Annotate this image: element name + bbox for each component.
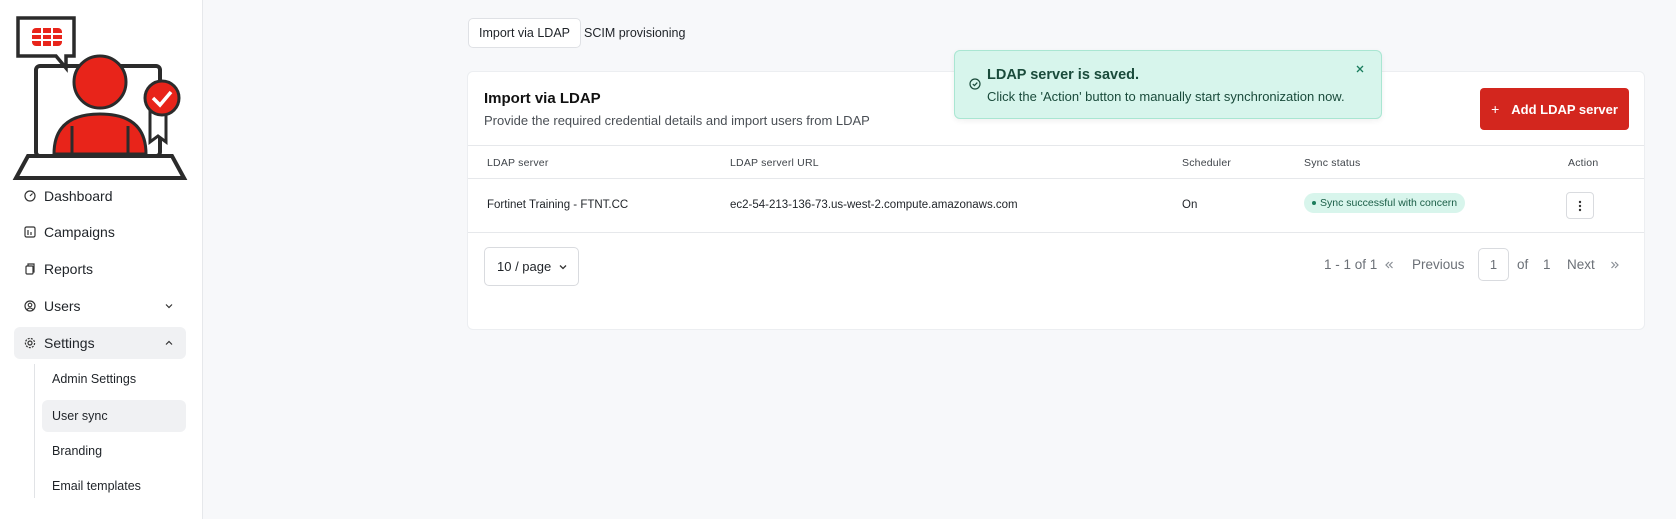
- row-action-menu-button[interactable]: [1566, 192, 1594, 219]
- chevron-down-icon: [165, 304, 173, 309]
- gear-icon: [24, 337, 36, 349]
- add-ldap-server-button[interactable]: + Add LDAP server: [1480, 88, 1629, 130]
- ldap-server-name: Fortinet Training - FTNT.CC: [487, 199, 629, 211]
- sidebar-item-reports[interactable]: Reports: [14, 253, 186, 285]
- chevron-down-icon: [559, 265, 567, 270]
- toast-message: Click the 'Action' button to manually st…: [987, 89, 1345, 104]
- first-page-icon[interactable]: [1383, 248, 1395, 281]
- column-header: LDAP serverl URL: [730, 157, 819, 169]
- chevron-up-icon: [165, 340, 173, 345]
- column-header: Action: [1568, 157, 1599, 169]
- more-vertical-icon: [1578, 200, 1582, 211]
- sidebar-item-campaigns[interactable]: Campaigns: [14, 216, 186, 248]
- logo: [12, 16, 188, 180]
- tab-scim-provisioning[interactable]: SCIM provisioning: [574, 18, 695, 48]
- dashboard-icon: [24, 190, 36, 202]
- sidebar-subitem-branding[interactable]: Branding: [42, 435, 186, 467]
- sidebar-item-label: Dashboard: [44, 188, 113, 204]
- table-row[interactable]: Fortinet Training - FTNT.CC ec2-54-213-1…: [468, 179, 1644, 233]
- page-size-select[interactable]: 10 / page: [484, 247, 579, 286]
- total-pages: 1: [1543, 257, 1551, 272]
- sidebar-item-label: Users: [44, 298, 81, 314]
- check-circle-icon: [969, 78, 981, 90]
- sidebar-item-users[interactable]: Users: [14, 290, 186, 322]
- current-page-input[interactable]: 1: [1478, 248, 1509, 281]
- users-icon: [24, 300, 36, 312]
- sidebar-item-label: Reports: [44, 261, 94, 277]
- sidebar: Dashboard Campaigns Reports Users Settin…: [0, 0, 203, 519]
- card-subtitle: Provide the required credential details …: [484, 113, 870, 128]
- table-header: LDAP server LDAP serverl URL Scheduler S…: [468, 145, 1644, 179]
- page-size-value: 10 / page: [497, 259, 552, 274]
- sidebar-item-label: Settings: [44, 335, 95, 351]
- sidebar-item-dashboard[interactable]: Dashboard: [14, 180, 186, 212]
- scheduler-value: On: [1182, 199, 1198, 211]
- status-badge-label: Sync successful with concern: [1320, 197, 1458, 209]
- column-header: LDAP server: [487, 157, 549, 169]
- column-header: Sync status: [1304, 157, 1361, 169]
- pagination-range: 1 - 1 of 1: [1324, 257, 1378, 272]
- plus-icon: +: [1491, 101, 1500, 117]
- card-title: Import via LDAP: [484, 90, 601, 107]
- sidebar-item-label: Campaigns: [44, 224, 115, 240]
- reports-icon: [24, 263, 36, 275]
- status-dot-icon: [1312, 201, 1316, 205]
- toast-title: LDAP server is saved.: [987, 67, 1140, 83]
- ldap-server-url: ec2-54-213-136-73.us-west-2.compute.amaz…: [730, 199, 1018, 211]
- next-page-button[interactable]: Next: [1567, 248, 1595, 281]
- pagination-of-label: of: [1517, 257, 1529, 272]
- close-icon[interactable]: [1355, 62, 1365, 77]
- campaigns-icon: [24, 226, 36, 238]
- last-page-icon[interactable]: [1609, 248, 1621, 281]
- add-ldap-server-label: Add LDAP server: [1511, 101, 1618, 117]
- sidebar-subitem-user-sync[interactable]: User sync: [42, 400, 186, 432]
- sidebar-subitem-admin-settings[interactable]: Admin Settings: [42, 363, 186, 395]
- column-header: Scheduler: [1182, 157, 1232, 169]
- status-badge: Sync successful with concern: [1304, 193, 1466, 213]
- sidebar-item-settings[interactable]: Settings: [14, 327, 186, 359]
- submenu-guide: [34, 364, 35, 498]
- sidebar-subitem-email-templates[interactable]: Email templates: [42, 470, 186, 502]
- success-toast: LDAP server is saved. Click the 'Action'…: [954, 50, 1382, 119]
- tab-import-ldap[interactable]: Import via LDAP: [468, 18, 582, 48]
- previous-page-button[interactable]: Previous: [1412, 248, 1465, 281]
